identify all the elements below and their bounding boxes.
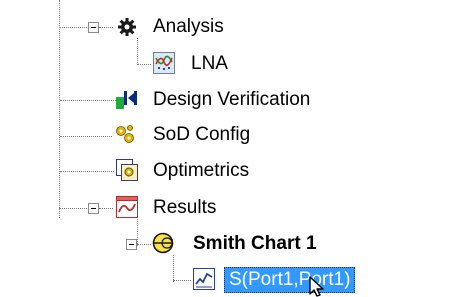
tree-line	[60, 100, 116, 101]
tree-line	[59, 0, 60, 218]
tree-item-analysis[interactable]: Analysis	[153, 15, 224, 39]
smith-chart-icon	[152, 232, 174, 254]
tree-item-smith-chart-1[interactable]: Smith Chart 1	[193, 232, 317, 256]
tree-line	[60, 171, 114, 172]
tree-item-results[interactable]: Results	[153, 196, 216, 220]
gear-icon	[118, 18, 136, 36]
tree-line	[59, 208, 89, 209]
tree-item-s-port1-port1[interactable]: S(Port1,Port1)	[224, 267, 356, 293]
collapse-analysis-button[interactable]	[88, 22, 99, 33]
optimetrics-icon	[116, 159, 138, 181]
tree-line	[99, 208, 113, 209]
tree-item-optimetrics[interactable]: Optimetrics	[153, 159, 249, 183]
gears-icon	[116, 125, 134, 143]
tree-line	[137, 64, 151, 65]
tree-line	[60, 136, 112, 137]
collapse-smith-chart-button[interactable]	[126, 239, 137, 250]
tree-line	[137, 244, 151, 245]
tree-line	[59, 27, 89, 28]
collapse-results-button[interactable]	[88, 203, 99, 214]
mouse-pointer-icon	[309, 276, 324, 297]
design-verification-icon	[116, 91, 137, 109]
tree-line	[173, 280, 191, 281]
tree-line	[137, 38, 138, 65]
results-icon	[116, 196, 138, 218]
lna-setup-icon	[153, 52, 175, 74]
tree-item-design-verification[interactable]: Design Verification	[153, 88, 310, 112]
tree-item-sod-config[interactable]: SoD Config	[153, 123, 250, 147]
tree-item-lna[interactable]: LNA	[191, 52, 228, 76]
tree-line	[137, 219, 138, 246]
tree-line	[173, 255, 174, 282]
tree-line	[99, 27, 113, 28]
trace-icon	[193, 268, 215, 290]
